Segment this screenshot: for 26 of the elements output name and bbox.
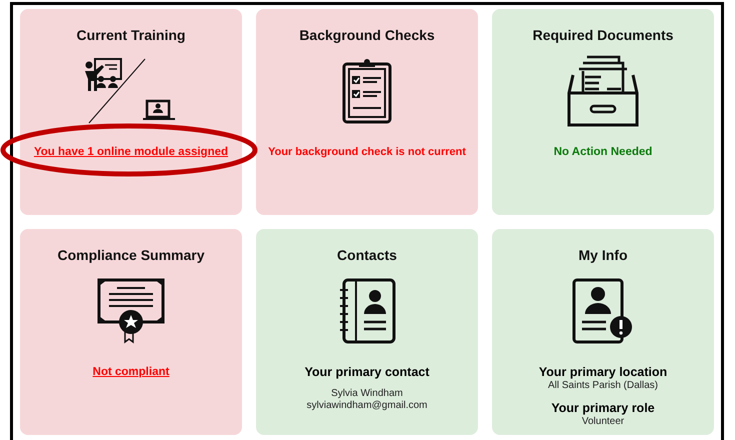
certificate-icon: [97, 278, 165, 344]
info-label: Your primary contact: [304, 364, 430, 380]
dashboard-card[interactable]: Current Training You have 1 online module assigned: [20, 9, 242, 215]
info-label: Your primary role: [551, 400, 655, 416]
dashboard-card[interactable]: Required Documents No Action Needed: [492, 9, 714, 215]
card-title: Background Checks: [299, 27, 435, 43]
card-title: Current Training: [76, 27, 186, 43]
clipboard-icon: [341, 58, 393, 124]
info-value: Sylvia Windham: [331, 388, 403, 400]
dashboard-card[interactable]: Compliance Summary Not compliant: [20, 229, 242, 435]
status-text: No Action Needed: [554, 145, 652, 160]
info-value: All Saints Parish (Dallas): [548, 380, 658, 392]
dashboard-card[interactable]: Background Checks Your background check is not current: [256, 9, 478, 215]
info-label: Your primary location: [538, 364, 668, 380]
dashboard-card[interactable]: Contacts Your primary contact Sylvia Windham sylviawindham@gmail.com: [256, 229, 478, 435]
profile-card-alert-icon: [572, 278, 634, 344]
card-title: Required Documents: [532, 27, 674, 43]
card-title: Contacts: [337, 247, 397, 263]
card-title: My Info: [578, 247, 628, 263]
info-value: sylviawindham@gmail.com: [306, 400, 428, 412]
file-drawer-icon: [567, 55, 639, 127]
dashboard-card[interactable]: My Info Your primary location All Saints Parish (Dallas) Your primary role Volunteer: [492, 229, 714, 435]
status-text: Your background check is not current: [268, 145, 466, 160]
card-title: Compliance Summary: [57, 247, 205, 263]
info-value: Volunteer: [582, 416, 624, 428]
contact-book-icon: [338, 278, 396, 344]
